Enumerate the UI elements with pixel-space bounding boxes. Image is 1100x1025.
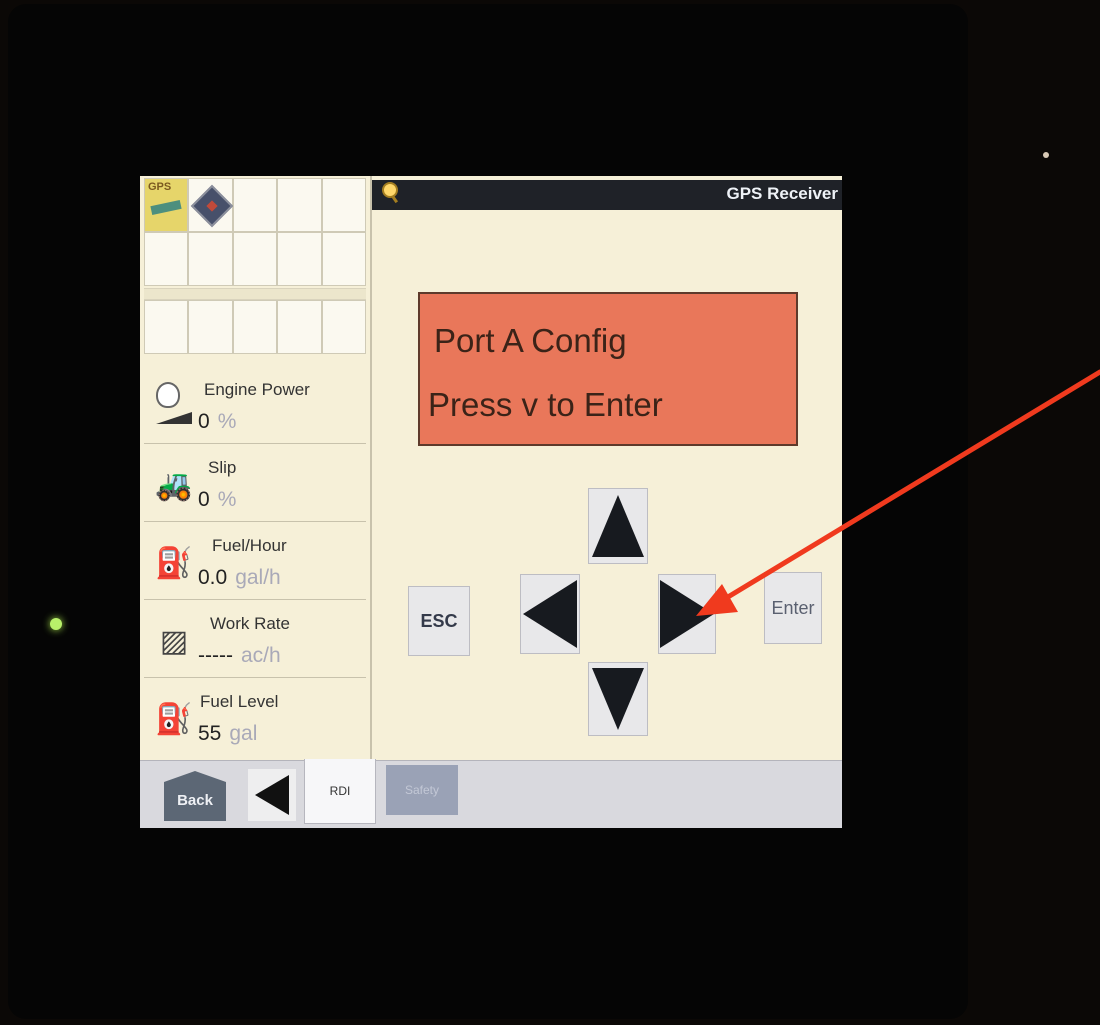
work-rate-icon: ▨: [159, 625, 189, 658]
shortcut-grid-bottom: [144, 300, 366, 354]
down-button[interactable]: [588, 662, 648, 736]
display-screen: GPS Engine Power 0 % 🚜 Slip 0 % ⛽ Fuel/H…: [140, 176, 842, 828]
grid-cell[interactable]: [277, 178, 322, 232]
gauge-slip[interactable]: 🚜 Slip 0%: [144, 444, 366, 522]
esc-button[interactable]: ESC: [408, 586, 470, 656]
left-button[interactable]: [520, 574, 580, 654]
grid-cell[interactable]: [277, 300, 322, 354]
gauge-unit: %: [217, 410, 237, 433]
grid-cell[interactable]: [321, 178, 366, 232]
grid-cell[interactable]: [144, 300, 189, 354]
arrow-left-icon: [255, 775, 289, 815]
grid-cell[interactable]: [144, 232, 189, 286]
gauge-label: Fuel Level: [200, 692, 279, 711]
gps-shortcut-label: GPS: [148, 181, 172, 193]
bottom-tab-bar: Back RDI Safety: [140, 759, 842, 828]
fuel-rate-icon: ⛽: [155, 547, 193, 580]
right-button[interactable]: [658, 574, 716, 654]
up-button[interactable]: [588, 488, 648, 564]
tractor-slip-icon: 🚜: [155, 469, 193, 502]
arrow-up-icon: [592, 495, 644, 557]
arrow-right-icon: [660, 580, 714, 648]
gauge-label: Slip: [208, 458, 237, 477]
gps-shortcut[interactable]: GPS: [144, 178, 189, 232]
gauge-value: 0%: [198, 488, 237, 511]
grid-cell[interactable]: [321, 300, 366, 354]
gauge-value: 55 gal: [198, 722, 258, 745]
power-led: [50, 618, 62, 630]
pin-icon: [382, 182, 398, 198]
gps-satellite-icon: [150, 199, 182, 216]
shortcut-grid-top: GPS: [144, 178, 366, 286]
gauge-value: ----- ac/h: [198, 644, 281, 667]
left-panel: GPS Engine Power 0 % 🚜 Slip 0 % ⛽ Fuel/H…: [140, 176, 372, 760]
back-button[interactable]: Back: [164, 771, 226, 821]
gauge-label: Fuel/Hour: [212, 536, 287, 555]
tab-safety[interactable]: Safety: [386, 765, 458, 815]
grid-cell[interactable]: [232, 300, 278, 354]
fuel-pump-icon: ⛽: [155, 703, 193, 736]
arrow-left-icon: [523, 580, 577, 648]
gauge-unit: gal: [229, 722, 258, 745]
grid-cell[interactable]: [188, 300, 233, 354]
grid-cell[interactable]: [232, 232, 278, 286]
gauge-label: Work Rate: [210, 614, 290, 633]
grid-cell[interactable]: [232, 178, 278, 232]
gauge-engine-power[interactable]: Engine Power 0%: [144, 366, 366, 444]
tab-rdi[interactable]: RDI: [304, 759, 376, 824]
page-title: GPS Receiver: [726, 184, 838, 203]
title-bar: GPS Receiver: [372, 180, 842, 210]
grid-cell[interactable]: [277, 232, 322, 286]
message-line-2: Press v to Enter: [428, 386, 663, 423]
message-box: Port A Config Press v to Enter: [418, 292, 798, 446]
book-shortcut[interactable]: [188, 178, 234, 232]
background-light: [1043, 152, 1049, 158]
grid-cell[interactable]: [321, 232, 366, 286]
gauge-work-rate[interactable]: ▨ Work Rate ----- ac/h: [144, 600, 366, 678]
gauge-value: 0%: [198, 410, 237, 433]
gauge-fuel-level[interactable]: ⛽ Fuel Level 55 gal: [144, 678, 366, 755]
grid-cell[interactable]: [188, 232, 233, 286]
message-line-1: Port A Config: [434, 322, 627, 359]
gauge-fuel-hour[interactable]: ⛽ Fuel/Hour 0.0 gal/h: [144, 522, 366, 600]
enter-button[interactable]: Enter: [764, 572, 822, 644]
book-icon: [191, 184, 234, 228]
gauge-list: Engine Power 0% 🚜 Slip 0% ⛽ Fuel/Hour 0.…: [144, 366, 366, 755]
gauge-value: 0.0 gal/h: [198, 566, 281, 589]
previous-button[interactable]: [248, 769, 296, 821]
arrow-down-icon: [592, 668, 644, 730]
gauge-unit: gal/h: [235, 566, 281, 589]
gauge-unit: %: [217, 488, 237, 511]
gauge-label: Engine Power: [204, 380, 310, 399]
gauge-unit: ac/h: [240, 644, 281, 667]
grid-divider: [144, 288, 366, 300]
